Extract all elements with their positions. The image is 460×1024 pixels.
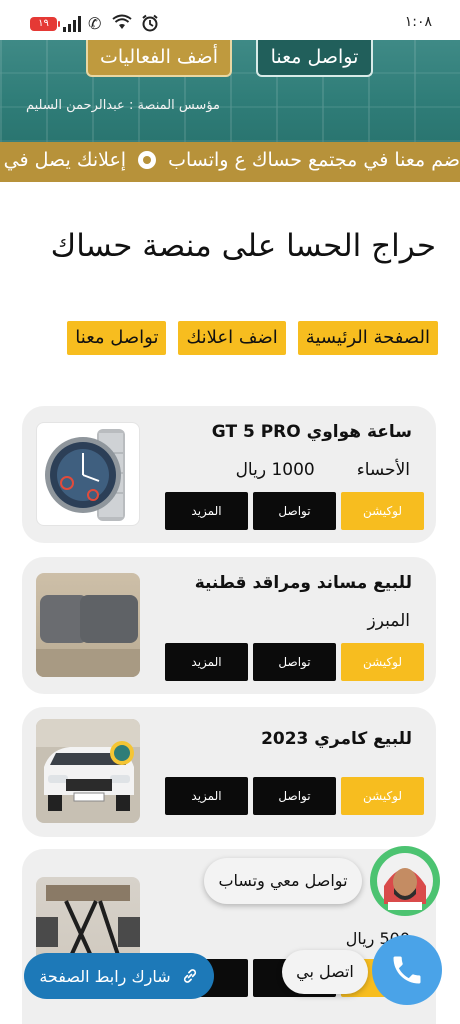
listing-title: للبيع مساند ومراقد قطنية bbox=[194, 573, 412, 593]
call-me-bubble[interactable]: اتصل بي bbox=[282, 950, 368, 994]
ticker-dot-icon bbox=[138, 151, 157, 169]
nav-bar: الصفحة الرئيسية اضف اعلانك تواصل معنا bbox=[67, 321, 438, 355]
contact-button[interactable]: تواصل bbox=[253, 777, 336, 815]
avatar[interactable] bbox=[370, 846, 440, 916]
listing-title: ساعة هواوي GT 5 PRO bbox=[211, 422, 412, 442]
whatsapp-contact-bubble[interactable]: تواصل معي وتساب bbox=[204, 858, 362, 904]
listing-location: المبرز bbox=[367, 611, 410, 631]
share-page-link-button[interactable]: شارك رابط الصفحة bbox=[24, 953, 214, 999]
phone-wifi-call-icon: ✆ bbox=[88, 14, 102, 33]
add-events-button[interactable]: أضف الفعاليات bbox=[86, 40, 232, 77]
listing-card[interactable]: للبيع كامري 2023 المزيد تواصل لوكيشن bbox=[22, 707, 436, 837]
location-button[interactable]: لوكيشن bbox=[341, 492, 424, 530]
phone-icon bbox=[393, 956, 421, 984]
clock-time: ١:٠٨ bbox=[404, 14, 432, 30]
alarm-icon bbox=[142, 14, 158, 32]
listing-image bbox=[36, 719, 140, 823]
ticker-text: ضم معنا في مجتمع حساك ع واتساب bbox=[168, 149, 460, 171]
news-ticker: ضم معنا في مجتمع حساك ع واتساب إعلانك يص… bbox=[0, 142, 460, 182]
listing-image bbox=[36, 422, 140, 526]
hero-contact-button[interactable]: تواصل معنا bbox=[256, 40, 373, 77]
contact-button[interactable]: تواصل bbox=[253, 643, 336, 681]
nav-add-ad-button[interactable]: اضف اعلانك bbox=[178, 321, 286, 355]
location-button[interactable]: لوكيشن bbox=[341, 777, 424, 815]
wifi-icon bbox=[112, 14, 132, 29]
listing-price: 1000 ريال bbox=[235, 460, 315, 480]
avatar-icon bbox=[372, 848, 438, 914]
listing-location: الأحساء bbox=[356, 460, 410, 480]
more-button[interactable]: المزيد bbox=[165, 777, 248, 815]
listing-title: للبيع كامري 2023 bbox=[261, 729, 412, 749]
link-icon bbox=[183, 969, 196, 983]
listing-image bbox=[36, 573, 140, 677]
nav-contact-button[interactable]: تواصل معنا bbox=[67, 321, 167, 355]
listing-card[interactable]: ساعة هواوي GT 5 PRO الأحساء 1000 ريال ال… bbox=[22, 406, 436, 543]
more-button[interactable]: المزيد bbox=[165, 643, 248, 681]
contact-button[interactable]: تواصل bbox=[253, 492, 336, 530]
listing-card[interactable]: للبيع مساند ومراقد قطنية المبرز المزيد ت… bbox=[22, 557, 436, 694]
cushions-image bbox=[36, 573, 140, 677]
watch-image bbox=[45, 429, 125, 521]
page-title: حراج الحسا على منصة حساك bbox=[50, 228, 436, 264]
call-button[interactable] bbox=[372, 935, 442, 1005]
more-button[interactable]: المزيد bbox=[165, 492, 248, 530]
signal-icon bbox=[63, 16, 81, 32]
nav-home-button[interactable]: الصفحة الرئيسية bbox=[297, 321, 438, 355]
share-label: شارك رابط الصفحة bbox=[39, 966, 171, 986]
battery-icon: ١٩ bbox=[30, 17, 60, 31]
car-image bbox=[36, 719, 140, 823]
hero-banner: أضف الفعاليات تواصل معنا مؤسس المنصة : ع… bbox=[0, 40, 460, 142]
status-bar: ١٩ ✆ ١:٠٨ bbox=[0, 0, 460, 40]
location-button[interactable]: لوكيشن bbox=[341, 643, 424, 681]
ticker-text: إعلانك يصل في كل bbox=[0, 149, 127, 171]
founder-text: مؤسس المنصة : عبدالرحمن السليم bbox=[25, 98, 220, 113]
